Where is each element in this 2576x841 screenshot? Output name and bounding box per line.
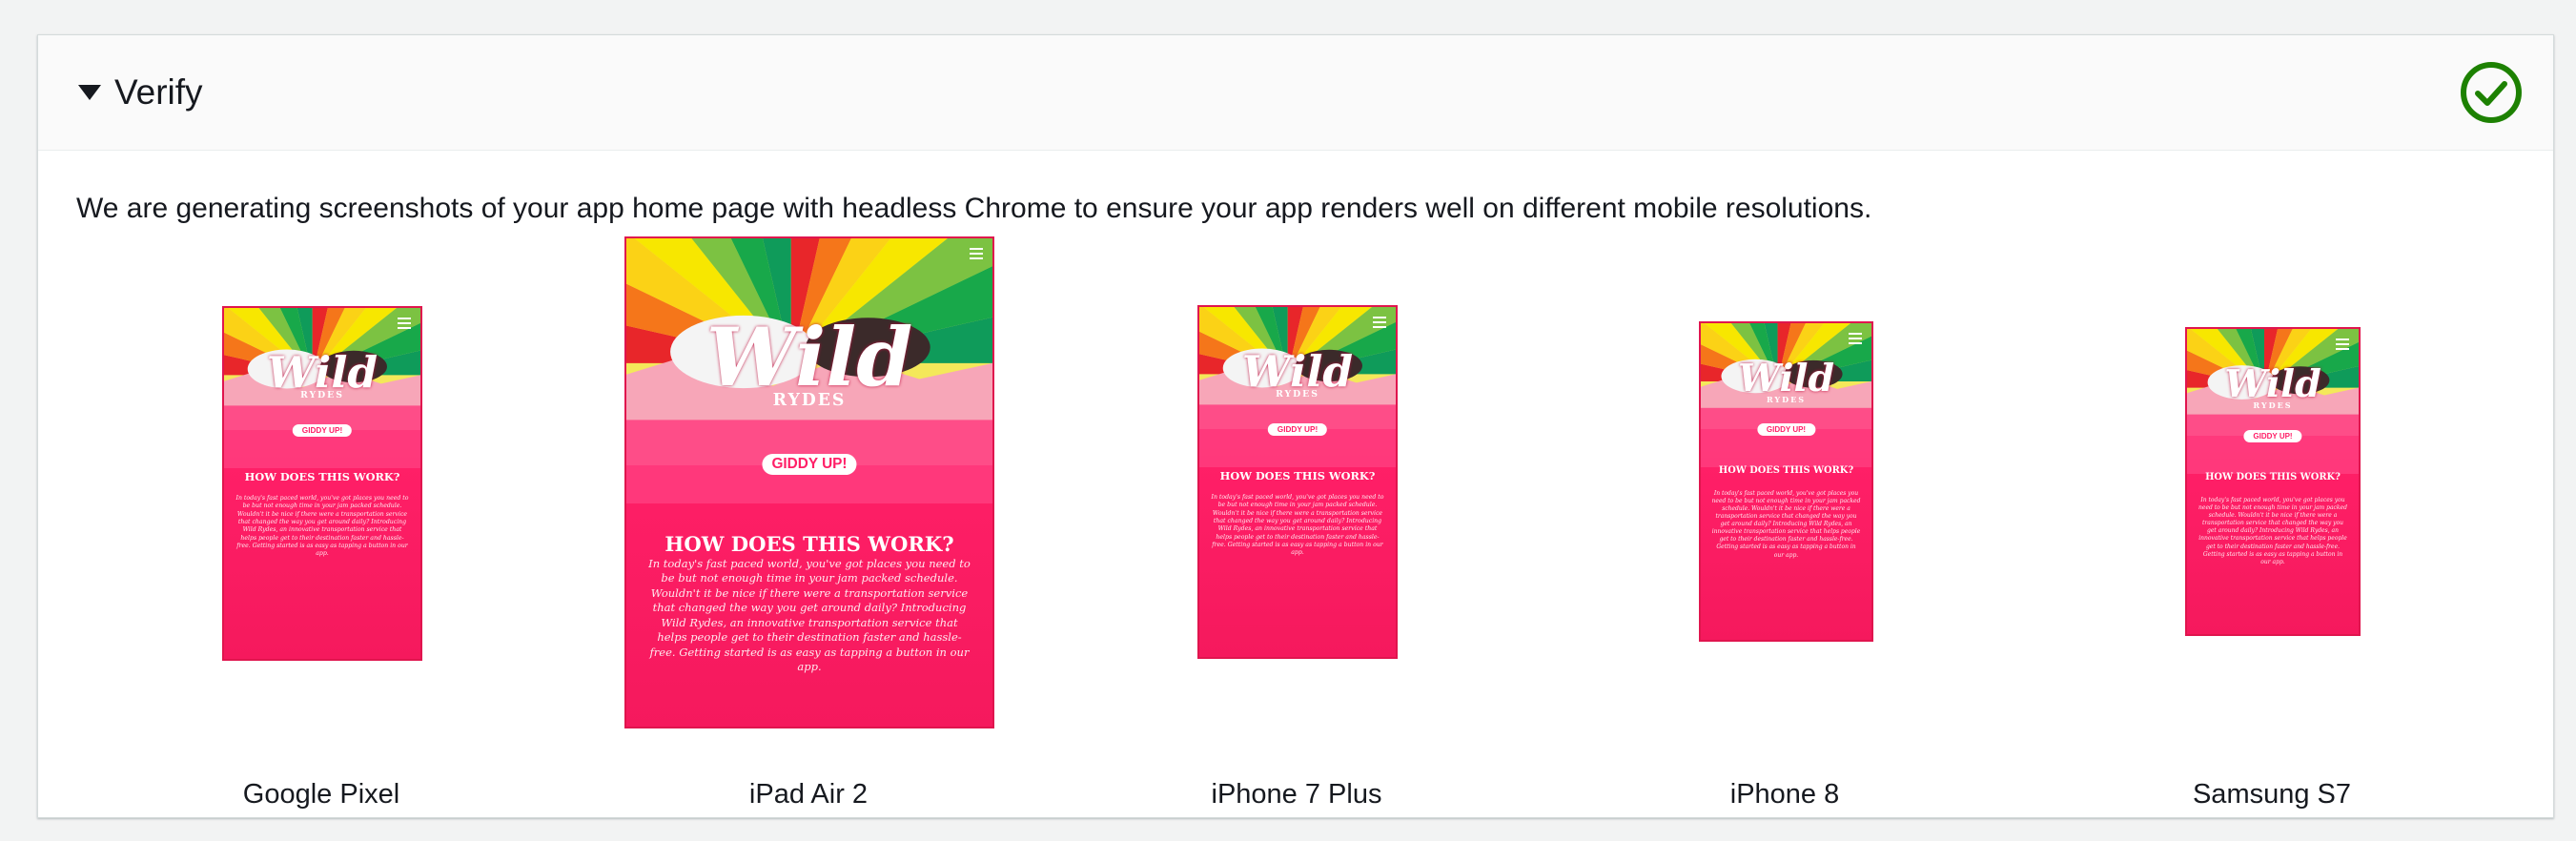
caret-down-icon[interactable] [78,85,101,100]
device-screenshot-ipad-air-2[interactable]: Wild RYDES GIDDY UP! HOW DOES THIS WORK? In … [624,236,994,728]
how-does-this-work-heading: HOW DOES THIS WORK? [1718,464,1854,476]
how-does-this-work-heading: HOW DOES THIS WORK? [2205,472,2341,482]
how-it-works-text: In today's fast paced world, you've got … [2198,497,2347,565]
device-screenshot-iphone-7-plus[interactable]: Wild RYDES GIDDY UP! HOW DOES THIS WORK? In … [1197,305,1398,659]
app-logo: Wild [1738,356,1834,400]
giddy-up-button: GIDDY UP! [2243,430,2302,443]
device-screenshot-google-pixel[interactable]: Wild RYDES GIDDY UP! HOW DOES THIS WORK? In … [222,306,422,661]
giddy-up-button: GIDDY UP! [1756,423,1816,437]
device-label-iphone-7-plus: iPhone 7 Plus [1211,779,1382,810]
device-label-iphone-8: iPhone 8 [1729,779,1840,810]
device-screenshot-iphone-8[interactable]: Wild RYDES GIDDY UP! HOW DOES THIS WORK? In … [1699,321,1873,642]
description-text: We are generating screenshots of your ap… [76,193,1872,224]
device-label-samsung-s7: Samsung S7 [2192,779,2352,810]
giddy-up-button: GIDDY UP! [762,454,857,476]
how-does-this-work-heading: HOW DOES THIS WORK? [244,470,400,483]
device-label-ipad-air-2: iPad Air 2 [748,779,869,810]
panel-header[interactable]: Verify [38,35,2553,151]
app-logo-subtext: RYDES [1276,389,1319,400]
panel-title: Verify [114,72,203,112]
app-logo-subtext: RYDES [1766,394,1807,404]
verify-panel: Verify We are generating screenshots of … [37,34,2554,818]
app-logo-subtext: RYDES [2253,400,2293,411]
how-it-works-text: In today's fast paced world, you've got … [235,495,409,558]
how-does-this-work-heading: HOW DOES THIS WORK? [664,531,954,556]
success-check-icon [2461,62,2522,123]
giddy-up-button: GIDDY UP! [1267,422,1328,436]
device-label-google-pixel: Google Pixel [242,779,400,810]
how-it-works-text: In today's fast paced world, you've got … [1211,494,1384,557]
app-logo-subtext: RYDES [772,391,847,411]
app-logo: Wild [705,310,913,405]
how-it-works-text: In today's fast paced world, you've got … [648,556,971,674]
app-logo: Wild [266,345,378,398]
how-it-works-text: In today's fast paced world, you've got … [1711,489,1861,559]
app-logo: Wild [1241,344,1354,397]
device-screenshot-samsung-s7[interactable]: Wild RYDES GIDDY UP! HOW DOES THIS WORK? In … [2185,327,2361,636]
giddy-up-button: GIDDY UP! [292,423,353,437]
how-does-this-work-heading: HOW DOES THIS WORK? [1219,469,1376,482]
app-logo: Wild [2224,362,2321,407]
app-logo-subtext: RYDES [300,390,344,400]
